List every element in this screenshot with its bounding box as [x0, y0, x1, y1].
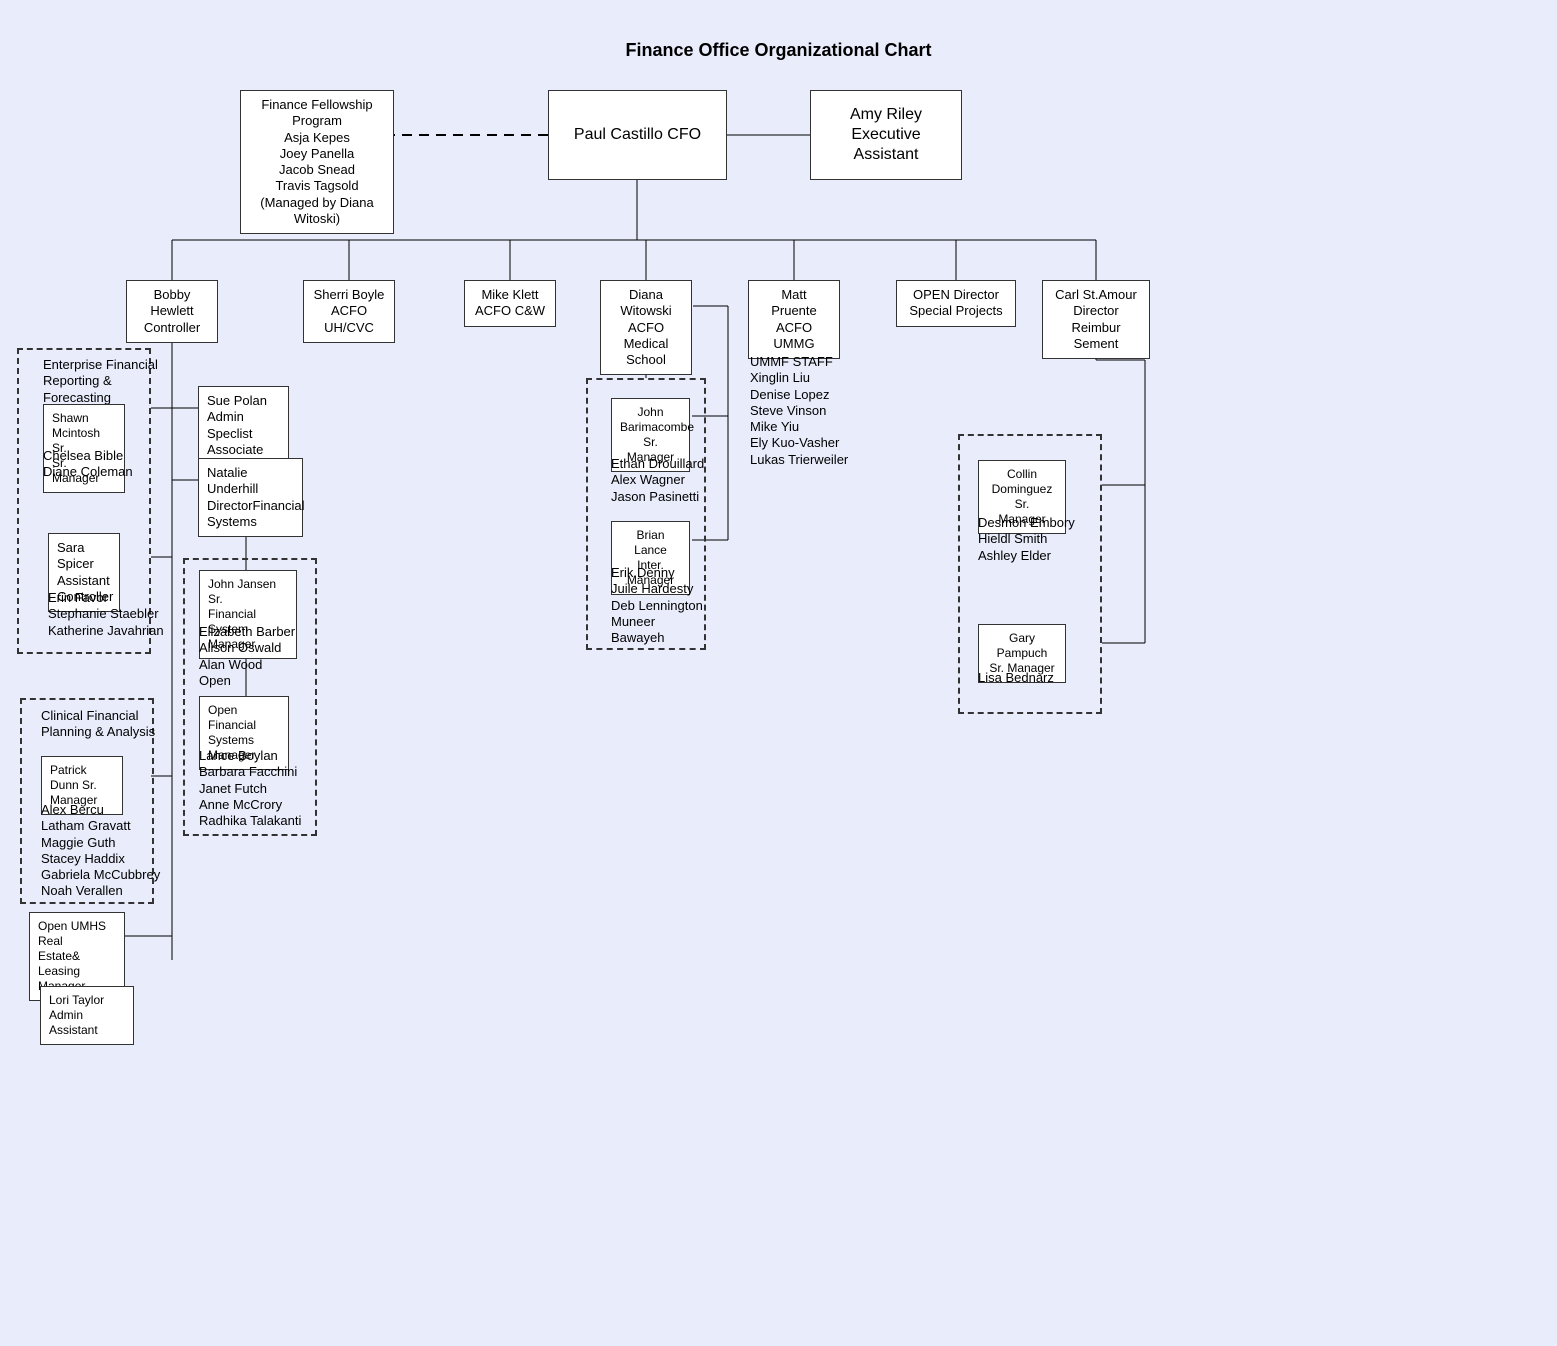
- diana-members2: Erik Denny Juile Hardesty Deb Lennington…: [611, 565, 703, 646]
- sue-polan-box: Sue Polan Admin Speclist Associate: [198, 386, 289, 465]
- fellowship-l1: Finance Fellowship Program: [249, 97, 385, 130]
- diana-members1: Ethan Drouillard Alex Wagner Jason Pasin…: [611, 456, 704, 505]
- chart-title: Finance Office Organizational Chart: [0, 40, 1557, 61]
- fellowship-l2: Asja Kepes: [249, 130, 385, 146]
- carl-members1: Desmon Embory Hieldl Smith Ashley Elder: [978, 515, 1075, 564]
- ummf-staff: UMMF STAFF Xinglin Liu Denise Lopez Stev…: [750, 354, 848, 468]
- efrf-members: Chelsea Bible Diane Coleman: [43, 448, 133, 481]
- matt-box: Matt Pruente ACFO UMMG: [748, 280, 840, 359]
- natalie-box: Natalie Underhill DirectorFinancial Syst…: [198, 458, 303, 537]
- fellowship-l6: (Managed by Diana Witoski): [249, 195, 385, 228]
- fellowship-l5: Travis Tagsold: [249, 178, 385, 194]
- natalie-members1: Elizabeth Barber Alison Oswald Alan Wood…: [199, 624, 295, 689]
- fellowship-box: Finance Fellowship Program Asja Kepes Jo…: [240, 90, 394, 234]
- cfpa-header: Clinical Financial Planning & Analysis: [41, 708, 155, 741]
- ea-l2: Executive Assistant: [821, 125, 951, 165]
- ea-l1: Amy Riley: [850, 105, 922, 125]
- sara-members: Erin Favor Stephanie Staebler Katherine …: [48, 590, 164, 639]
- carl-members2: Lisa Bednarz: [978, 670, 1054, 686]
- cfo-box: Paul Castillo CFO: [548, 90, 727, 180]
- natalie-members2: Lance Boylan Barbara Facchini Janet Futc…: [199, 748, 301, 829]
- mike-box: Mike Klett ACFO C&W: [464, 280, 556, 327]
- carl-box: Carl St.Amour Director Reimbur Sement: [1042, 280, 1150, 359]
- ea-box: Amy Riley Executive Assistant: [810, 90, 962, 180]
- fellowship-l3: Joey Panella: [249, 146, 385, 162]
- diana-box: Diana Witowski ACFO Medical School: [600, 280, 692, 375]
- controller-box: Bobby Hewlett Controller: [126, 280, 218, 343]
- lori-box: Lori Taylor Admin Assistant: [40, 986, 134, 1045]
- org-chart-canvas: Finance Office Organizational Chart: [0, 0, 1557, 1346]
- fellowship-l4: Jacob Snead: [249, 162, 385, 178]
- open-director-box: OPEN Director Special Projects: [896, 280, 1016, 327]
- sherri-box: Sherri Boyle ACFO UH/CVC: [303, 280, 395, 343]
- cfpa-members: Alex Bercu Latham Gravatt Maggie Guth St…: [41, 802, 160, 900]
- efrf-header: Enterprise Financial Reporting & Forecas…: [43, 357, 158, 406]
- cfo-label: Paul Castillo CFO: [574, 125, 701, 145]
